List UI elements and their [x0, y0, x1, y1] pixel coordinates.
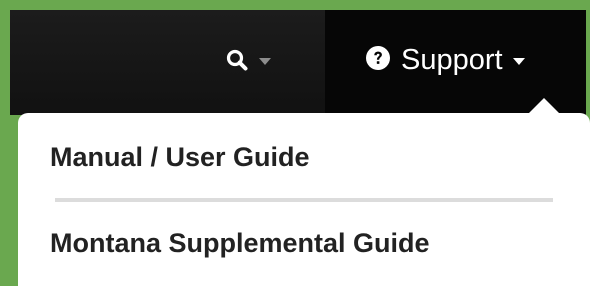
support-dropdown-toggle[interactable]: Support — [365, 38, 525, 82]
menu-item-montana-supplemental-guide[interactable]: Montana Supplemental Guide — [50, 228, 430, 259]
menu-divider — [55, 198, 553, 202]
search-icon — [226, 49, 248, 71]
caret-down-icon — [259, 57, 271, 65]
menu-item-manual-user-guide[interactable]: Manual / User Guide — [50, 142, 310, 173]
search-dropdown-toggle[interactable] — [226, 40, 271, 80]
support-label: Support — [401, 43, 503, 76]
dropdown-pointer — [528, 98, 560, 114]
support-dropdown-menu — [18, 113, 590, 293]
question-circle-icon — [365, 45, 391, 76]
caret-down-icon — [512, 57, 525, 65]
